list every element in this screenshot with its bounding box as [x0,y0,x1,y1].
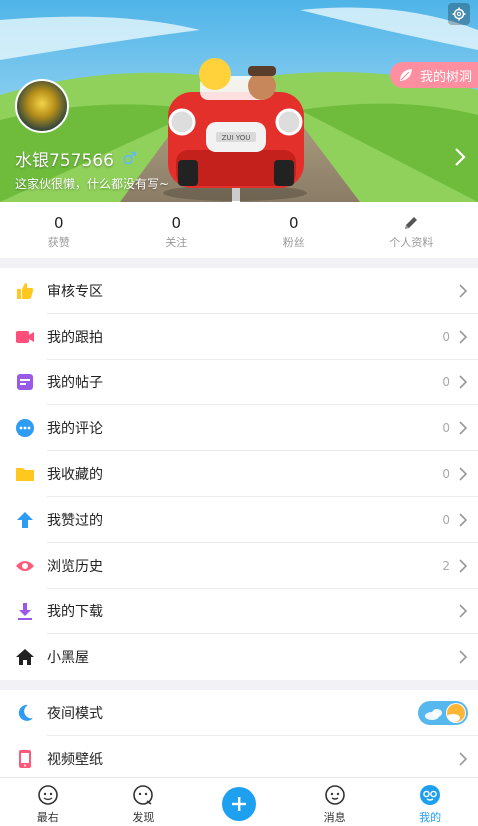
publish-button[interactable] [221,787,256,821]
menu-label: 小黑屋 [47,650,89,667]
menu-label: 审核专区 [47,283,103,300]
menu-count: 0 [442,375,450,390]
bottom-nav: 最右 发现 消息 我的 [0,777,478,826]
thumbs-up-icon [17,282,34,299]
tree-hole-button[interactable]: 我的树洞 [390,62,478,88]
menu-count: 0 [442,512,450,527]
stat-following[interactable]: 0 关注 [118,202,236,258]
settings-button[interactable] [448,3,470,25]
stats-bar: 0 获赞 0 关注 0 粉丝 个人资料 [0,202,478,258]
avatar[interactable] [15,79,69,133]
night-mode-toggle[interactable] [418,700,468,725]
menu-label: 视频壁纸 [47,751,103,768]
folder-icon [16,468,34,482]
menu-label: 我的评论 [47,421,103,438]
menu-item-night-mode[interactable]: 夜间模式 [0,690,478,736]
stat-value: 0 [288,214,299,232]
phone-icon [19,749,31,768]
menu-item-posts[interactable]: 我的帖子 0 [0,360,478,406]
chevron-right-icon[interactable] [452,146,468,168]
menu-item-favorites[interactable]: 我收藏的 0 [0,451,478,497]
edit-profile-button[interactable]: 个人资料 [353,202,471,258]
post-icon [17,374,33,391]
menu-item-video-wallpaper[interactable]: 视频壁纸 [0,736,478,782]
menu-label: 我的跟拍 [47,329,103,346]
menu-label: 我的下载 [47,604,103,621]
nav-messages[interactable]: 消息 [287,778,383,826]
stat-label: 个人资料 [389,236,434,249]
stat-value: 0 [171,214,182,232]
menu-label: 我收藏的 [47,467,103,484]
profile-screen: ZUI YOU 我的树洞 水银757566 ♂ 这家伙很懒，什么都没有写~ 0 … [0,0,478,826]
nav-label: 发现 [132,811,155,824]
chevron-right-icon [459,604,468,619]
menu-count: 0 [442,421,450,436]
menu-label: 我的帖子 [47,375,103,392]
chevron-right-icon [459,467,468,481]
menu-item-liked[interactable]: 我赞过的 0 [0,497,478,543]
menu-primary: 审核专区 我的跟拍 0 我的帖子 0 我的评论 0 我收藏的 0 我赞过的 0 … [0,268,478,681]
gear-icon [452,7,466,21]
stat-value: 0 [53,214,64,232]
stat-likes[interactable]: 0 获赞 [0,202,118,258]
car-plate: ZUI YOU [222,134,251,142]
username: 水银757566 ♂ [15,146,138,172]
chevron-right-icon [459,650,468,664]
message-icon [324,785,345,805]
eye-icon [16,560,34,571]
menu-secondary: 夜间模式 视频壁纸 [0,690,478,782]
stat-label: 关注 [165,236,188,249]
nav-publish[interactable] [191,778,287,826]
header-background: ZUI YOU [0,0,478,202]
pencil-icon [405,217,418,229]
chevron-right-icon [459,559,468,573]
nav-profile[interactable]: 我的 [382,778,478,826]
menu-label: 我赞过的 [47,512,103,529]
arrow-up-icon [17,511,33,528]
nav-zuiyou[interactable]: 最右 [0,778,96,826]
chevron-right-icon [459,330,468,344]
chevron-right-icon [459,284,468,298]
male-icon: ♂ [121,148,138,169]
menu-count: 0 [442,467,450,482]
stat-label: 粉丝 [282,236,305,249]
menu-item-downloads[interactable]: 我的下载 [0,589,478,635]
username-text: 水银757566 [15,151,114,171]
menu-count: 2 [442,558,450,573]
menu-label: 夜间模式 [47,705,103,722]
profile-icon [420,785,441,805]
video-camera-icon [16,330,34,343]
sun-icon [446,702,466,723]
tree-hole-label: 我的树洞 [420,69,473,85]
menu-count: 0 [442,329,450,344]
download-icon [18,603,32,621]
menu-item-comments[interactable]: 我的评论 0 [0,405,478,452]
plus-icon [231,797,246,811]
bio: 这家伙很懒，什么都没有写~ [15,177,170,191]
leaf-icon [400,69,412,81]
comment-icon [16,419,34,438]
stat-fans[interactable]: 0 粉丝 [235,202,353,258]
menu-item-history[interactable]: 浏览历史 2 [0,543,478,589]
zuiyou-icon [37,785,58,805]
discover-icon [133,785,154,805]
moon-icon [18,704,33,721]
menu-item-blacklist[interactable]: 小黑屋 [0,634,478,680]
menu-item-follow-shoot[interactable]: 我的跟拍 0 [0,314,478,360]
nav-label: 最右 [36,811,59,824]
nav-discover[interactable]: 发现 [96,778,192,826]
profile-header[interactable]: ZUI YOU 我的树洞 水银757566 ♂ 这家伙很懒，什么都没有写~ [0,0,478,202]
menu-label: 浏览历史 [47,558,103,575]
chevron-right-icon [459,752,468,766]
menu-item-review[interactable]: 审核专区 [0,268,478,314]
nav-label: 消息 [323,811,346,824]
stat-label: 获赞 [47,236,70,249]
chevron-right-icon [459,421,468,435]
home-icon [16,649,34,666]
chevron-right-icon [459,513,468,527]
chevron-right-icon [459,375,468,390]
nav-label: 我的 [419,811,442,824]
